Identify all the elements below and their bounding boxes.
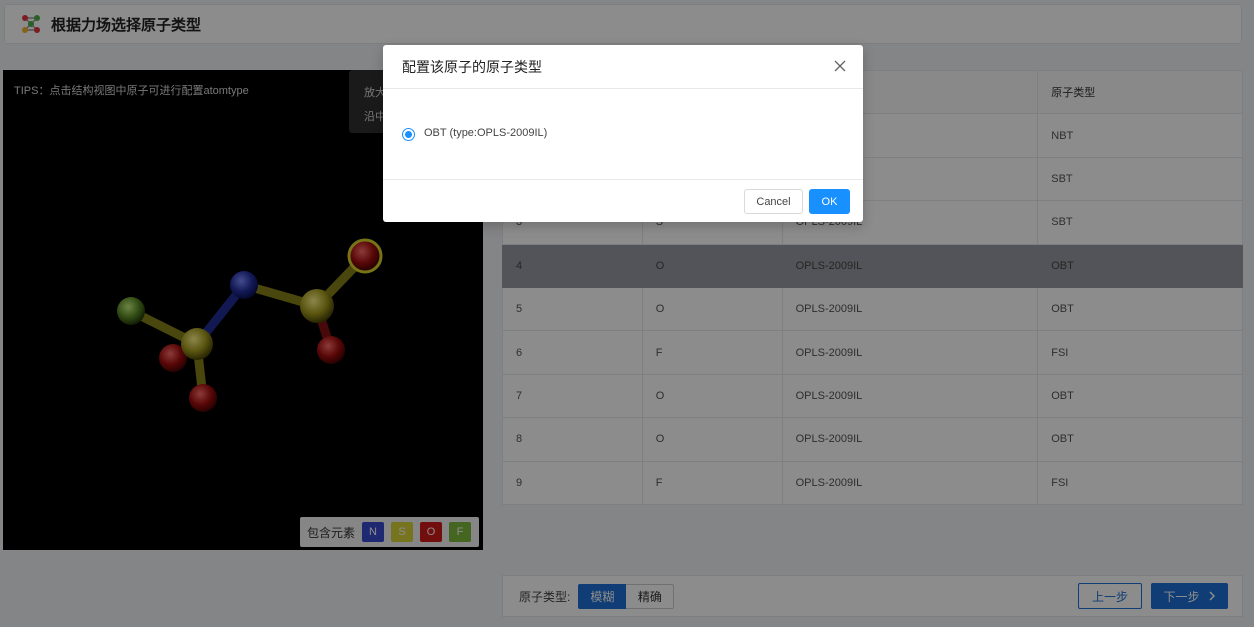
radio-dot	[405, 131, 412, 138]
atom-type-option-label[interactable]: OBT (type:OPLS-2009IL)	[424, 127, 547, 139]
atom-type-dialog: 配置该原子的原子类型 OBT (type:OPLS-2009IL) Cancel…	[383, 45, 863, 222]
cancel-button[interactable]: Cancel	[744, 189, 803, 214]
dialog-body: OBT (type:OPLS-2009IL)	[383, 89, 863, 180]
dialog-header: 配置该原子的原子类型	[383, 45, 863, 89]
atom-type-radio[interactable]	[402, 128, 415, 141]
dialog-footer: Cancel OK	[383, 180, 863, 222]
close-icon[interactable]	[833, 59, 847, 73]
ok-button[interactable]: OK	[809, 189, 850, 214]
dialog-title: 配置该原子的原子类型	[402, 58, 542, 75]
